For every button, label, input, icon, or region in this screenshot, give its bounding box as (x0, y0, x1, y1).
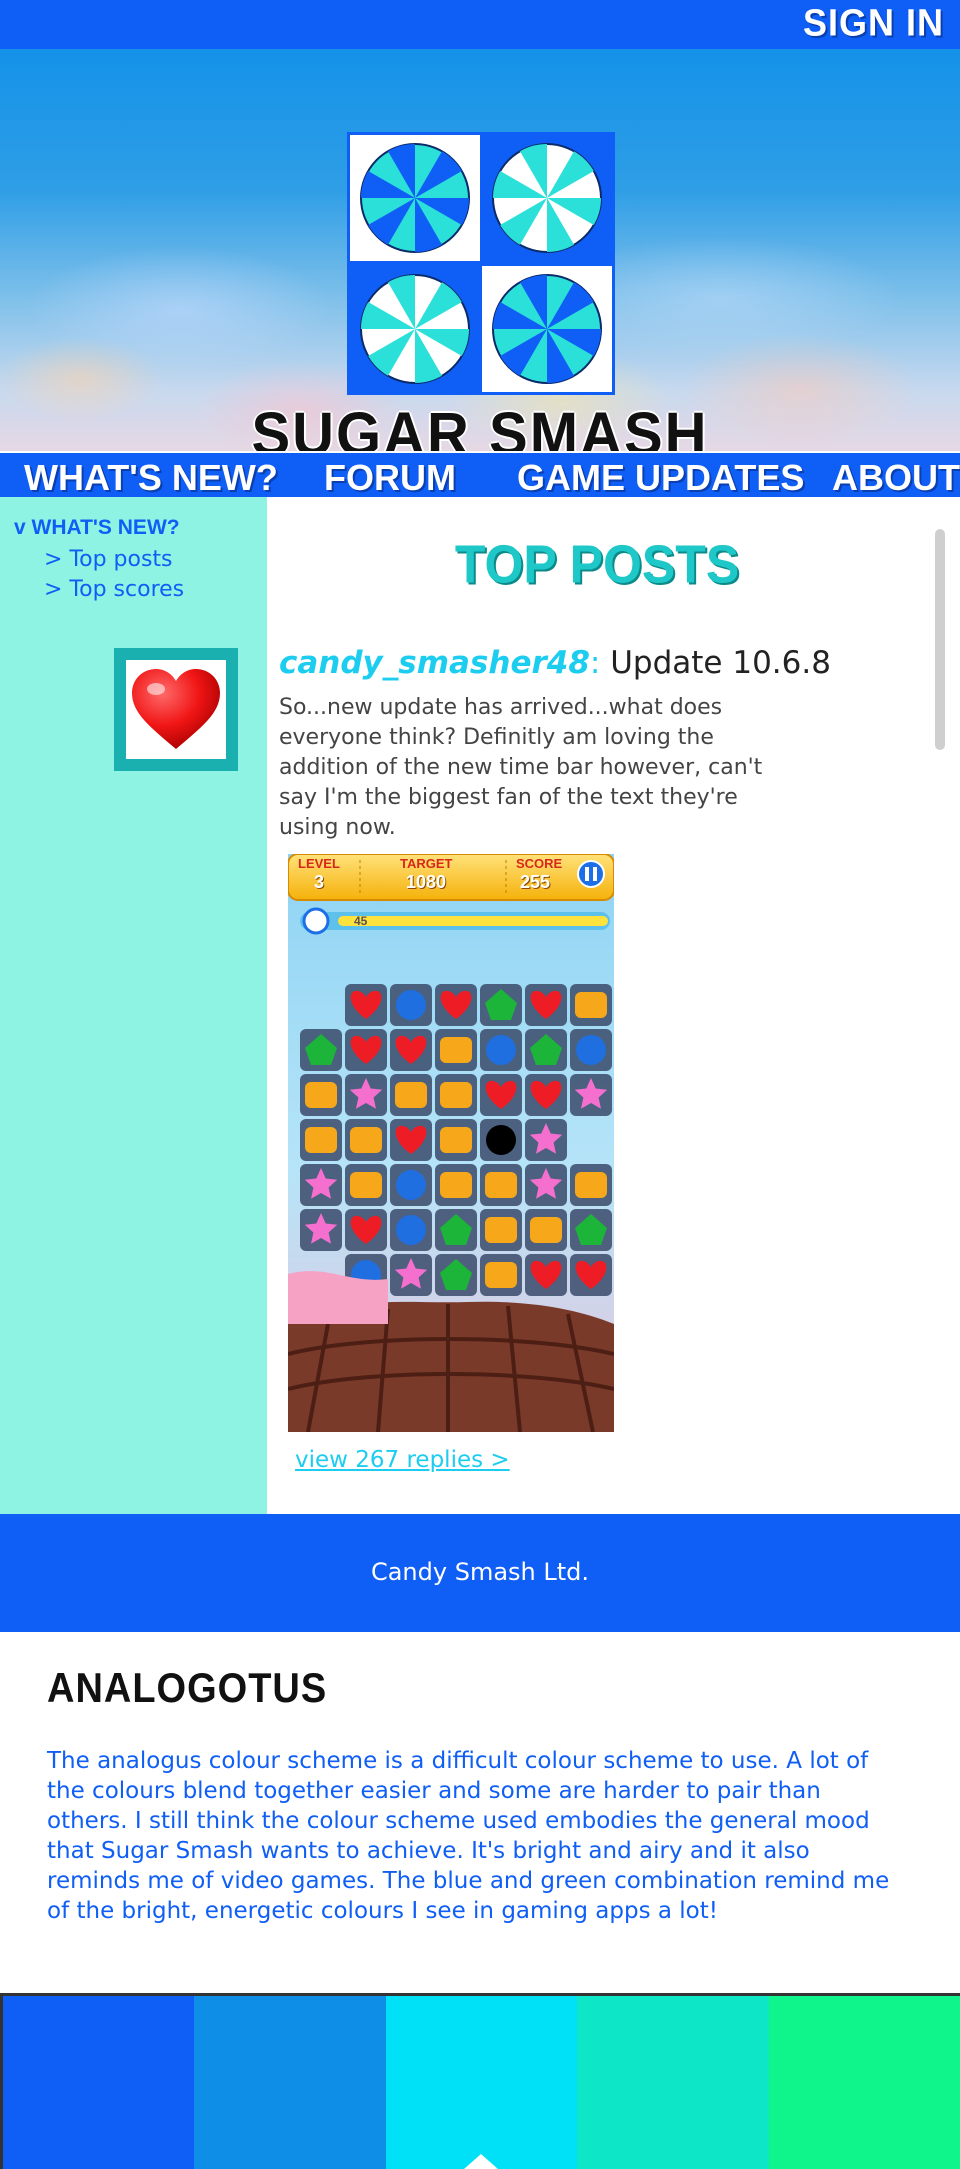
main-nav: WHAT'S NEW? FORUM GAME UPDATES ABOUT (0, 451, 960, 499)
post-body: So...new update has arrived...what does … (279, 695, 763, 840)
avatar[interactable] (114, 648, 238, 771)
nav-about[interactable]: ABOUT (832, 457, 960, 499)
screenshot-level-value: 3 (314, 872, 325, 892)
game-screenshot-image (288, 854, 614, 1432)
logo-tile (350, 266, 480, 392)
hero-banner: SUGAR SMASH (0, 49, 960, 469)
avatar-frame (126, 660, 226, 759)
post-username-link[interactable]: candy_smasher48 (279, 645, 590, 681)
logo-tile (350, 135, 480, 261)
sidebar-section-whats-new[interactable]: v WHAT'S NEW? (14, 516, 180, 540)
logo-tile (482, 266, 612, 392)
sidebar-item-top-posts[interactable]: > Top posts (44, 547, 173, 572)
palette-swatch[interactable] (768, 1996, 960, 2169)
swirl-candy-icon (360, 274, 470, 384)
nav-whats-new[interactable]: WHAT'S NEW? (24, 457, 278, 499)
nav-forum[interactable]: FORUM (324, 457, 456, 499)
main-content: TOP POSTS candy_smasher48: Update 10.6.8… (267, 497, 960, 1514)
sidebar: v WHAT'S NEW? > Top posts > Top scores (0, 497, 267, 1514)
screenshot-target-label: TARGET (400, 856, 453, 871)
section-title: ANALOGOTUS (47, 1665, 328, 1713)
post-screenshot[interactable]: LEVEL 3 TARGET 1080 SCORE 255 45 (288, 854, 614, 1432)
top-bar: SIGN IN (0, 0, 960, 49)
screenshot-score-label: SCORE (516, 856, 563, 871)
sign-in-link[interactable]: SIGN IN (803, 1, 944, 45)
sidebar-item-top-scores[interactable]: > Top scores (44, 577, 184, 602)
footer: Candy Smash Ltd. (0, 1514, 960, 1632)
screenshot-score-value: 255 (520, 872, 551, 892)
color-palette (0, 1993, 960, 2169)
section-body: The analogus colour scheme is a difficul… (47, 1748, 890, 1924)
palette-swatch[interactable] (194, 1996, 386, 2169)
palette-swatch[interactable] (385, 1996, 578, 2169)
post-subject: Update 10.6.8 (600, 645, 831, 681)
screenshot-target-value: 1080 (406, 872, 447, 892)
scrollbar[interactable] (935, 529, 945, 750)
scroll-up-icon[interactable] (464, 2154, 498, 2169)
swirl-candy-icon (360, 143, 470, 253)
screenshot-level-label: LEVEL (298, 856, 340, 871)
screenshot-timer-value: 45 (354, 914, 368, 928)
post-header: candy_smasher48: Update 10.6.8 (279, 645, 831, 681)
footer-text: Candy Smash Ltd. (370, 1558, 590, 1586)
swirl-candy-icon (492, 143, 602, 253)
site-logo[interactable] (347, 132, 615, 395)
swirl-candy-icon (492, 274, 602, 384)
nav-game-updates[interactable]: GAME UPDATES (517, 457, 804, 499)
palette-swatch[interactable] (577, 1996, 769, 2169)
post-separator: : (589, 645, 601, 681)
heart-icon (132, 668, 220, 749)
palette-swatch[interactable] (3, 1996, 195, 2169)
page-title: TOP POSTS (454, 533, 740, 595)
logo-tile (482, 135, 612, 261)
view-replies-link[interactable]: view 267 replies > (295, 1447, 510, 1473)
game-board (300, 984, 612, 1296)
